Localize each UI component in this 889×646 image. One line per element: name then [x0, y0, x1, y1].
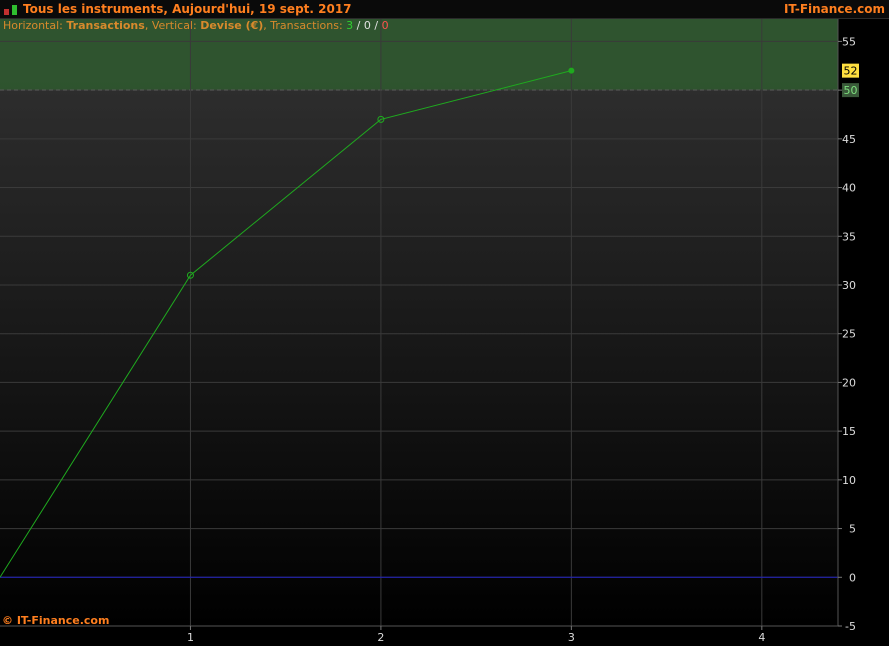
y-tick-label: 0 [849, 571, 856, 584]
x-tick-label: 3 [568, 631, 575, 644]
data-point[interactable] [568, 67, 575, 74]
target-value-label: 50 [844, 84, 858, 97]
separator-2: / [374, 19, 379, 32]
y-tick-label: 10 [842, 474, 856, 487]
losing-count: 0 [381, 19, 389, 32]
copyright-notice: © IT-Finance.com [2, 614, 110, 627]
y-tick-label: 40 [842, 182, 856, 195]
title-bar: Tous les instruments, Aujourd'hui, 19 se… [0, 0, 889, 19]
vertical-prefix: Vertical: [151, 19, 197, 32]
y-tick-label: 30 [842, 279, 856, 292]
equity-chart[interactable]: 5550454035302520151050-5 1234 5250 [0, 19, 889, 646]
y-tick-label: 25 [842, 328, 856, 341]
chart-info: Horizontal: Transactions, Vertical: Devi… [3, 19, 389, 32]
x-tick-label: 2 [377, 631, 384, 644]
vertical-value: Devise (€) [200, 19, 264, 32]
app-icon [4, 5, 17, 15]
x-tick-label: 1 [187, 631, 194, 644]
x-tick-label: 4 [758, 631, 765, 644]
window-title: Tous les instruments, Aujourd'hui, 19 se… [23, 2, 352, 16]
y-tick-label: 45 [842, 133, 856, 146]
neutral-count: 0 [363, 19, 371, 32]
brand-link[interactable]: IT-Finance.com [784, 2, 885, 16]
y-tick-label: 35 [842, 230, 856, 243]
y-tick-label: 15 [842, 425, 856, 438]
y-tick-label: 55 [842, 35, 856, 48]
horizontal-prefix: Horizontal: [3, 19, 63, 32]
horizontal-value: Transactions [66, 19, 145, 32]
transactions-prefix: Transactions: [270, 19, 343, 32]
y-tick-label: -5 [845, 620, 856, 633]
y-tick-label: 20 [842, 376, 856, 389]
current-value-label: 52 [844, 65, 858, 78]
separator-1: / [356, 19, 361, 32]
winning-count: 3 [346, 19, 354, 32]
y-tick-label: 5 [849, 523, 856, 536]
